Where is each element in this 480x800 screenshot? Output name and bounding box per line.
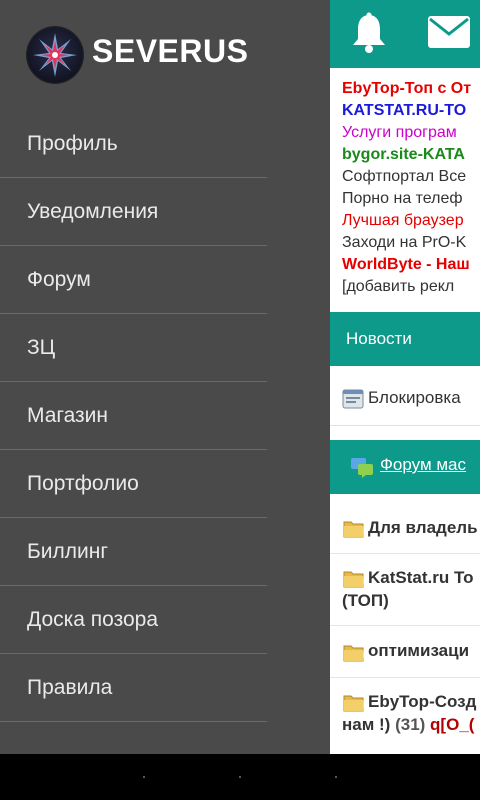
topic-title-cont: нам !) <box>342 715 391 734</box>
ad-link[interactable]: bygor.site-KATA <box>342 144 480 166</box>
ad-link[interactable]: Лучшая браузер <box>342 210 480 232</box>
ad-link[interactable]: Услуги програм <box>342 122 480 144</box>
menu-item-shame-board[interactable]: Доска позора <box>0 586 267 654</box>
drawer-menu: Профиль Уведомления Форум ЗЦ Магазин Пор… <box>0 110 267 722</box>
topic-title: Для владель <box>368 518 478 537</box>
app-logo <box>27 27 83 83</box>
menu-item-profile[interactable]: Профиль <box>0 110 267 178</box>
home-button[interactable] <box>239 776 241 778</box>
main-content: EbyTop-Топ с От KATSTAT.RU-TO Услуги про… <box>330 0 480 754</box>
add-ad-link[interactable]: [добавить рекл <box>342 276 480 298</box>
bell-icon[interactable] <box>350 12 388 59</box>
topic-title: KatStat.ru To <box>368 568 474 587</box>
mail-icon[interactable] <box>427 14 471 55</box>
system-nav-bar <box>0 754 480 800</box>
ad-link[interactable]: KATSTAT.RU-TO <box>342 100 480 122</box>
forum-topic-row[interactable]: EbyTop-Созд нам !) (31) q[O_( <box>330 680 480 754</box>
menu-item-forum[interactable]: Форум <box>0 246 267 314</box>
ad-link[interactable]: Софтпортал Все <box>342 166 480 188</box>
news-section-header: Новости <box>330 312 480 366</box>
news-item-title: Блокировка <box>368 388 461 407</box>
forum-topic-row[interactable]: KatStat.ru To (ТОП) <box>330 554 480 626</box>
back-button[interactable] <box>143 776 145 778</box>
ad-link[interactable]: EbyTop-Топ с От <box>342 78 480 100</box>
topic-title: оптимизаци <box>368 641 470 660</box>
ad-link[interactable]: Заходи на PrO-K <box>342 232 480 254</box>
forum-link[interactable]: Форум мас <box>380 455 466 475</box>
folder-icon <box>343 642 365 667</box>
last-poster[interactable]: q[O_( <box>430 715 474 734</box>
forum-section-header: Форум мас <box>330 440 480 494</box>
chat-icon <box>350 456 374 483</box>
brand-name: SEVERUS <box>92 33 249 69</box>
menu-item-rules[interactable]: Правила <box>0 654 267 722</box>
ad-link[interactable]: Порно на телеф <box>342 188 480 210</box>
menu-item-zc[interactable]: ЗЦ <box>0 314 267 382</box>
navigation-drawer: SEVERUS Профиль Уведомления Форум ЗЦ Маг… <box>0 0 330 754</box>
news-icon <box>342 389 364 414</box>
menu-item-billing[interactable]: Биллинг <box>0 518 267 586</box>
news-item[interactable]: Блокировка <box>330 372 480 426</box>
recents-button[interactable] <box>335 776 337 778</box>
forum-topic-row[interactable]: Для владель <box>330 504 480 554</box>
forum-topic-row[interactable]: оптимизаци <box>330 626 480 678</box>
folder-icon <box>343 518 365 543</box>
ad-link[interactable]: WorldByte - Наш <box>342 254 480 276</box>
menu-item-notifications[interactable]: Уведомления <box>0 178 267 246</box>
reply-count: (31) <box>395 715 426 734</box>
folder-icon <box>343 692 365 717</box>
menu-item-shop[interactable]: Магазин <box>0 382 267 450</box>
topic-title-cont: (ТОП) <box>342 591 389 610</box>
ad-links-block: EbyTop-Топ с От KATSTAT.RU-TO Услуги про… <box>342 78 480 298</box>
menu-item-portfolio[interactable]: Портфолио <box>0 450 267 518</box>
folder-icon <box>343 568 365 593</box>
top-bar <box>330 0 480 68</box>
topic-title: EbyTop-Созд <box>368 692 477 711</box>
